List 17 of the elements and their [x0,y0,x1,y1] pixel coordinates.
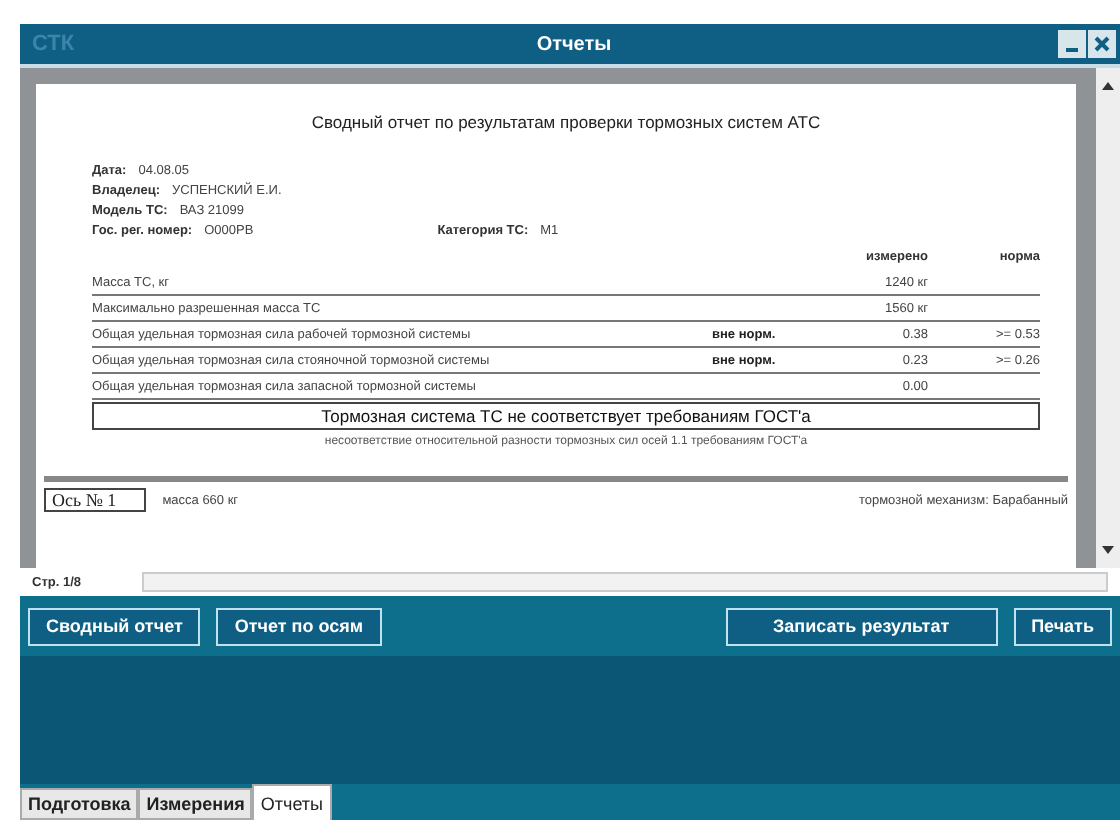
close-button[interactable] [1088,30,1116,58]
action-button[interactable]: Сводный отчет [28,607,201,645]
action-button[interactable]: Печать [1013,607,1112,645]
minimize-button[interactable] [1058,30,1086,58]
report-title: Сводный отчет по результатам проверки тормозных систем АТС [309,112,823,132]
tab[interactable]: Измерения [138,788,253,820]
minimize-icon [1066,48,1078,52]
vertical-scrollbar[interactable] [1096,68,1120,568]
close-icon [1092,34,1112,54]
tab[interactable]: Отчеты [252,784,332,820]
window-title: Отчеты [534,33,614,55]
axle-label: Ось № 1 [44,488,147,512]
action-button[interactable]: Отчет по осям [216,607,382,645]
tab[interactable]: Подготовка [20,788,139,820]
action-button[interactable]: Записать результат [725,607,998,645]
verdict-box: Тормозная система ТС не соответствует требованиям ГОСТ'а [92,402,1040,430]
horizontal-scrollbar[interactable] [141,572,1108,592]
